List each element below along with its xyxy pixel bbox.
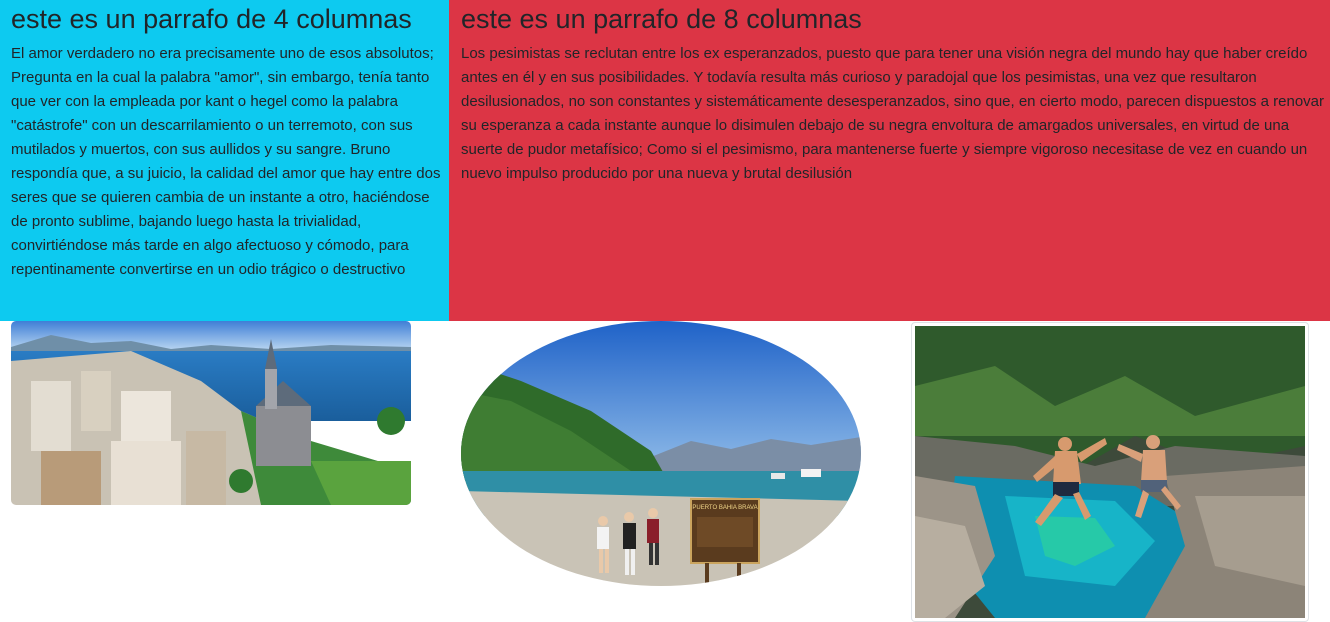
column-8-paragraph: Los pesimistas se reclutan entre los ex … — [461, 45, 1325, 182]
thumbnail-river-image — [911, 322, 1309, 622]
column-8: este es un parrafo de 8 columnas Los pes… — [449, 0, 1330, 321]
column-4: este es un parrafo de 4 columnas El amor… — [0, 0, 449, 321]
ellipse-beach-image: PUERTO BAHIA BRAVA — [461, 321, 861, 586]
column-4-heading: este es un parrafo de 4 columnas — [11, 4, 412, 34]
columns-row: este es un parrafo de 4 columnas El amor… — [0, 0, 1330, 321]
sign-title: PUERTO BAHIA BRAVA — [692, 505, 757, 511]
rounded-city-image — [11, 321, 411, 505]
column-8-heading: este es un parrafo de 8 columnas — [461, 4, 862, 34]
column-4-paragraph: El amor verdadero no era precisamente un… — [11, 45, 441, 278]
